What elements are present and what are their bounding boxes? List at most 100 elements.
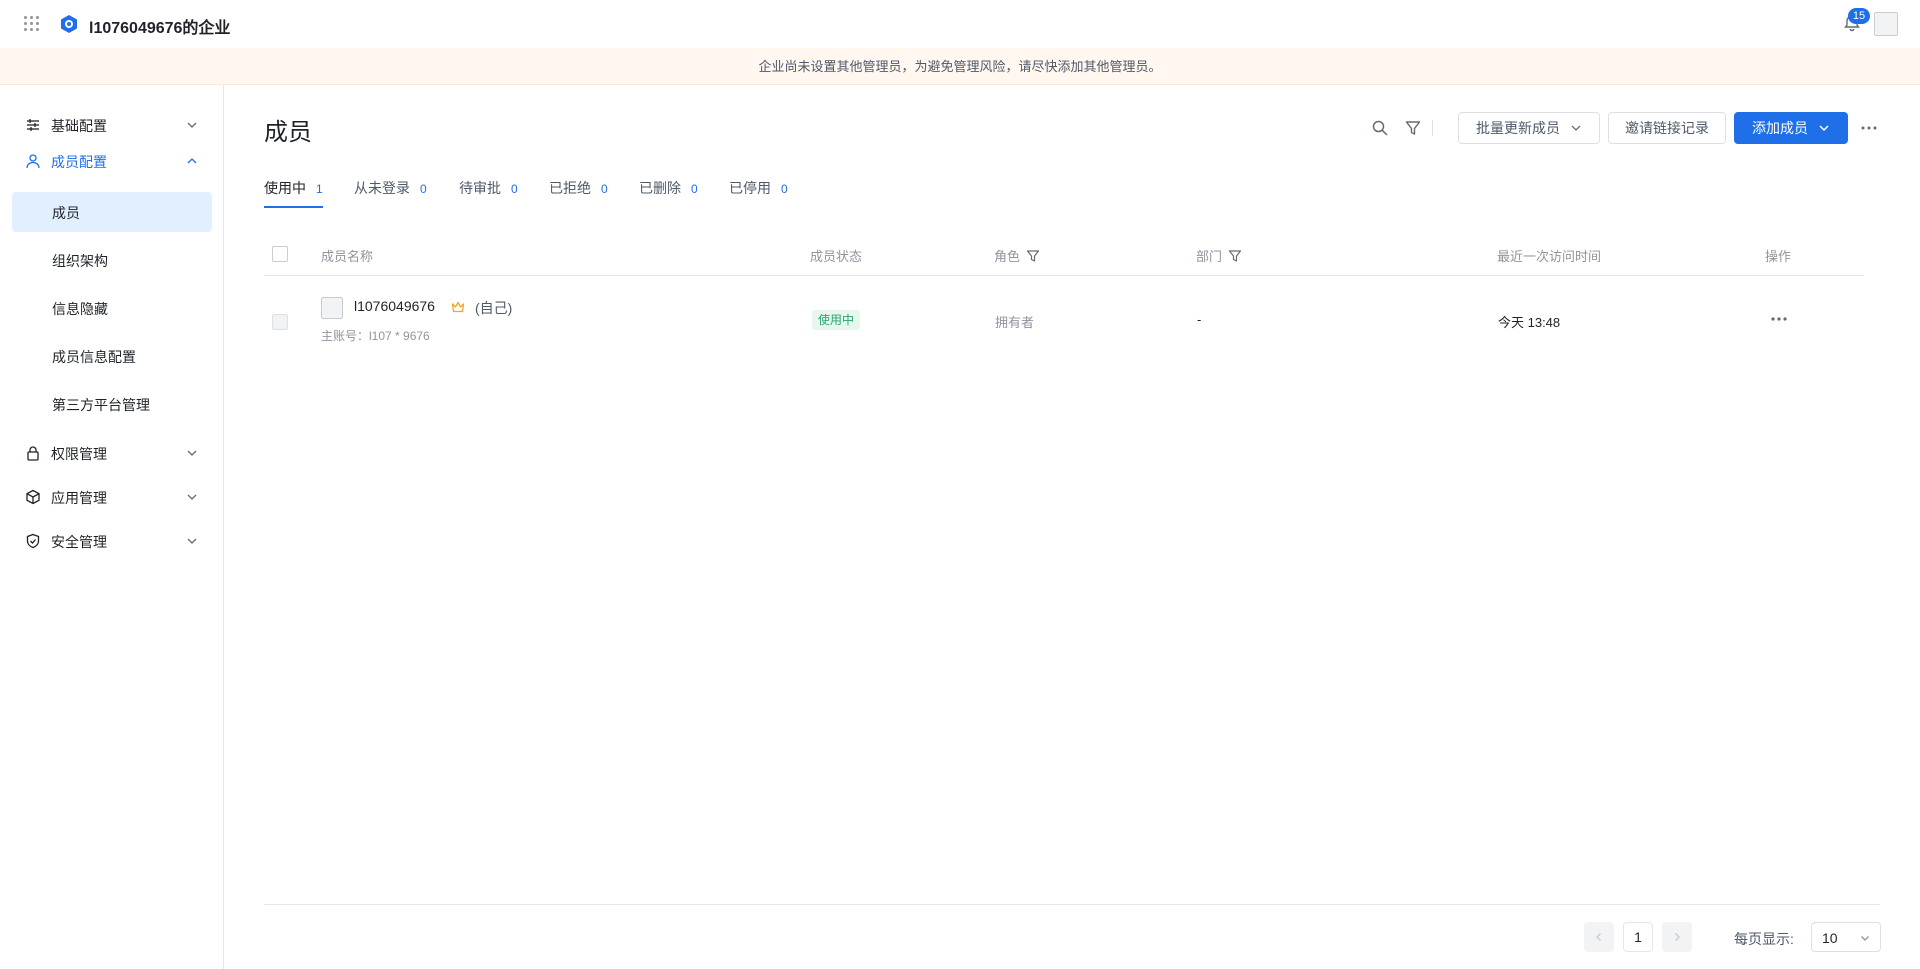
column-label: 操作: [1765, 249, 1792, 264]
chevron-up-icon: [187, 158, 197, 164]
toolbar-divider: [1432, 120, 1433, 136]
chevron-down-icon: [187, 538, 197, 544]
sidebar-item-third-party[interactable]: 第三方平台管理: [12, 384, 212, 424]
sidebar-group-label: 成员配置: [51, 154, 107, 170]
footer-divider: [264, 904, 1880, 905]
chevron-left-icon: [1596, 933, 1601, 941]
tab-label: 已停用: [729, 180, 771, 196]
crown-icon: [451, 301, 465, 313]
chevron-right-icon: [1675, 933, 1680, 941]
sidebar-group-member-config[interactable]: 成员配置: [12, 143, 212, 179]
lock-icon: [27, 446, 39, 461]
self-tag: (自己): [475, 300, 513, 316]
tab-pending[interactable]: 待审批 0: [459, 178, 518, 208]
tab-count: 1: [316, 182, 323, 196]
page-size-label: 每页显示:: [1734, 931, 1794, 947]
tab-never-logged-in[interactable]: 从未登录 0: [354, 178, 427, 208]
table-row[interactable]: l1076049676 (自己) 主账号：l107 * 9676 使用中 拥有者…: [264, 277, 1864, 363]
more-icon[interactable]: [1770, 312, 1788, 326]
page-button[interactable]: 1: [1623, 922, 1653, 952]
invite-records-label: 邀请链接记录: [1625, 120, 1709, 136]
tab-count: 0: [420, 182, 427, 196]
sidebar-group-label: 基础配置: [51, 118, 107, 134]
sidebar-item-label: 成员信息配置: [52, 349, 136, 365]
sidebar-group-label: 应用管理: [51, 490, 107, 506]
sidebar-item-info-hiding[interactable]: 信息隐藏: [12, 288, 212, 328]
chevron-down-icon: [187, 122, 197, 128]
sidebar-group-basic-config[interactable]: 基础配置: [12, 107, 212, 143]
tab-deleted[interactable]: 已删除 0: [639, 178, 698, 208]
user-icon: [26, 154, 40, 169]
tab-active[interactable]: 使用中 1: [264, 178, 323, 208]
next-page-button[interactable]: [1662, 922, 1692, 952]
sidebar-group-security[interactable]: 安全管理: [12, 523, 212, 559]
tab-label: 从未登录: [354, 180, 410, 196]
member-avatar: [321, 297, 343, 319]
sidebar-item-members[interactable]: 成员: [12, 192, 212, 232]
column-header-name: 成员名称: [321, 246, 373, 265]
page-size-value: 10: [1822, 930, 1838, 946]
tab-rejected[interactable]: 已拒绝 0: [549, 178, 608, 208]
tab-label: 已拒绝: [549, 180, 591, 196]
member-account: 主账号：l107 * 9676: [321, 329, 430, 343]
more-icon[interactable]: [1860, 119, 1878, 137]
sidebar-group-label: 安全管理: [51, 534, 107, 550]
sidebar-item-label: 组织架构: [52, 253, 108, 269]
row-checkbox: [272, 314, 288, 330]
app-grid-icon[interactable]: [24, 16, 40, 32]
sidebar-item-member-info-config[interactable]: 成员信息配置: [12, 336, 212, 376]
sidebar-item-label: 成员: [52, 205, 80, 221]
tab-disabled[interactable]: 已停用 0: [729, 178, 788, 208]
table-header: 成员名称 成员状态 角色 部门 最近一次访问时间 操作: [264, 236, 1864, 276]
search-icon[interactable]: [1371, 119, 1389, 137]
sidebar-group-permissions[interactable]: 权限管理: [12, 435, 212, 471]
sliders-icon: [27, 119, 39, 131]
member-role: 拥有者: [995, 315, 1035, 330]
column-label: 最近一次访问时间: [1497, 249, 1602, 264]
prev-page-button[interactable]: [1584, 922, 1614, 952]
add-member-button[interactable]: 添加成员: [1734, 112, 1848, 144]
invite-records-button[interactable]: 邀请链接记录: [1608, 112, 1726, 144]
bulk-update-button[interactable]: 批量更新成员: [1458, 112, 1600, 144]
admin-warning-banner: 企业尚未设置其他管理员，为避免管理风险，请尽快添加其他管理员。: [0, 48, 1920, 85]
sidebar-item-label: 信息隐藏: [52, 301, 108, 317]
member-last-visit: 今天 13:48: [1498, 315, 1561, 330]
chevron-down-icon: [1861, 936, 1869, 941]
sidebar-item-org-structure[interactable]: 组织架构: [12, 240, 212, 280]
filter-icon[interactable]: [1026, 249, 1040, 263]
tab-count: 0: [781, 182, 788, 196]
tab-count: 0: [601, 182, 608, 196]
sidebar-item-label: 第三方平台管理: [52, 397, 150, 413]
tab-count: 0: [691, 182, 698, 196]
chevron-down-icon: [1571, 125, 1581, 131]
filter-icon[interactable]: [1404, 119, 1422, 137]
column-label: 角色: [994, 249, 1021, 264]
column-header-status: 成员状态: [810, 246, 862, 265]
logo-icon: [61, 15, 77, 33]
chevron-down-icon: [1819, 125, 1829, 132]
column-header-last-visit: 最近一次访问时间: [1497, 246, 1601, 265]
column-label: 成员名称: [321, 249, 374, 264]
page-title: 成员: [264, 119, 312, 146]
column-label: 成员状态: [810, 249, 863, 264]
filter-icon[interactable]: [1228, 249, 1242, 263]
page-size-select[interactable]: 10: [1811, 922, 1881, 952]
user-avatar[interactable]: [1874, 12, 1898, 36]
chevron-down-icon: [187, 450, 197, 456]
member-name[interactable]: l1076049676: [354, 298, 435, 314]
tab-count: 0: [511, 182, 518, 196]
add-member-label: 添加成员: [1752, 120, 1808, 136]
status-badge: 使用中: [812, 310, 861, 330]
column-header-role: 角色: [994, 246, 1040, 265]
notification-badge: 15: [1848, 8, 1870, 24]
sidebar-group-app-management[interactable]: 应用管理: [12, 479, 212, 515]
column-label: 部门: [1196, 249, 1223, 264]
org-name[interactable]: l1076049676的企业: [89, 14, 230, 38]
shield-icon: [26, 533, 40, 549]
column-header-actions: 操作: [1765, 246, 1791, 265]
tab-label: 待审批: [459, 180, 501, 196]
member-department: -: [1197, 312, 1202, 327]
tab-label: 已删除: [639, 180, 681, 196]
select-all-checkbox[interactable]: [272, 246, 288, 262]
column-header-department: 部门: [1196, 246, 1242, 265]
